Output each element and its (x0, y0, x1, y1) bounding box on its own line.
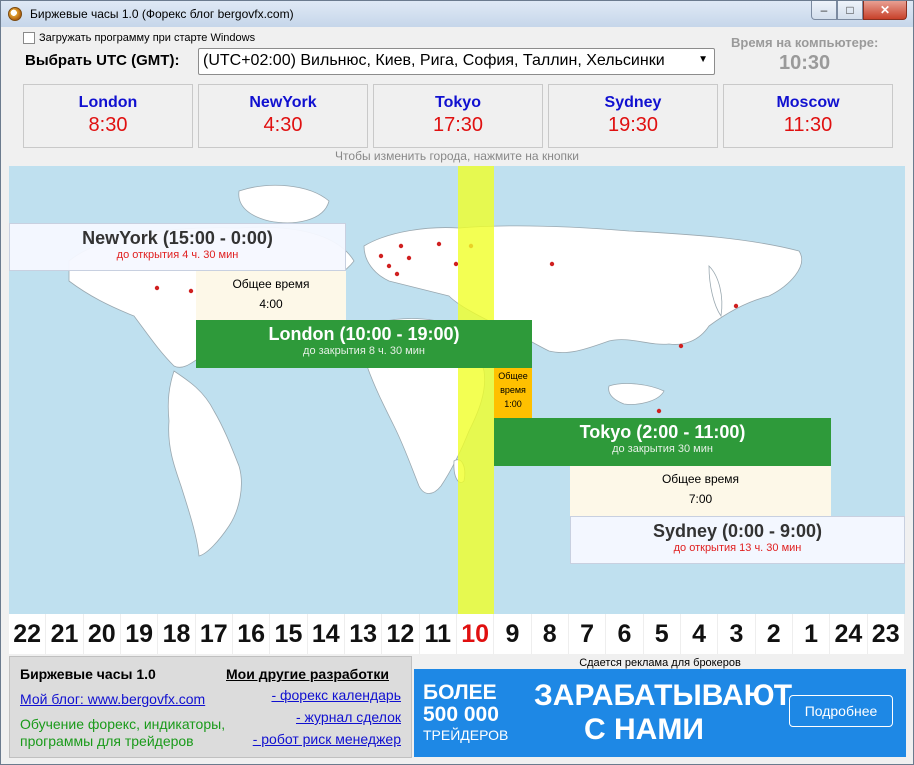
blog-description[interactable]: Обучение форекс, индикаторы, программы д… (20, 716, 245, 750)
overlap-tokyo-sydney: Общее время 7:00 (570, 466, 831, 516)
window-controls: – □ ✕ (811, 1, 907, 20)
ad-more-button[interactable]: Подробнее (789, 695, 893, 727)
overlap-label: Общее время (232, 277, 310, 291)
city-name: Tokyo (435, 94, 481, 111)
ad-area: Сдается реклама для брокеров БОЛЕЕ 500 0… (414, 656, 906, 758)
session-title: London (10:00 - 19:00) (268, 324, 460, 344)
ad-line-1: БОЛЕЕ (423, 681, 497, 704)
session-title: Sydney (0:00 - 9:00) (652, 521, 823, 541)
autostart-option[interactable]: Загружать программу при старте Windows (23, 32, 255, 44)
hour-cell: 1 (793, 614, 831, 654)
session-status: до закрытия 8 ч. 30 мин (303, 345, 425, 357)
pc-time-value: 10:30 (779, 52, 831, 74)
city-button-sydney[interactable]: Sydney 19:30 (548, 84, 718, 148)
window-title: Биржевые часы 1.0 (Форекс блог bergovfx.… (30, 7, 294, 21)
autostart-checkbox[interactable] (23, 32, 35, 44)
dropdown-arrow-icon[interactable]: ▼ (698, 54, 708, 65)
other-projects-title: Мои другие разработки (226, 666, 389, 682)
session-title: NewYork (15:00 - 0:00) (82, 228, 273, 248)
ad-label: Сдается реклама для брокеров (579, 657, 741, 669)
hour-cell: 10 (457, 614, 495, 654)
ad-line-3: ТРЕЙДЕРОВ (423, 727, 509, 743)
hour-cell: 15 (270, 614, 308, 654)
overlap-newyork-london: Общее время 4:00 (196, 271, 346, 321)
city-button-london[interactable]: London 8:30 (23, 84, 193, 148)
session-newyork: NewYork (15:00 - 0:00) до открытия 4 ч. … (9, 223, 346, 271)
pc-time-label: Время на компьютере: (731, 35, 879, 50)
city-button-moscow[interactable]: Moscow 11:30 (723, 84, 893, 148)
app-name: Биржевые часы 1.0 (20, 666, 156, 682)
hour-cell: 13 (345, 614, 383, 654)
hour-cell: 16 (233, 614, 271, 654)
hour-cell: 19 (121, 614, 159, 654)
city-button-tokyo[interactable]: Tokyo 17:30 (373, 84, 543, 148)
hour-cell: 24 (830, 614, 868, 654)
title-bar[interactable]: Биржевые часы 1.0 (Форекс блог bergovfx.… (1, 1, 913, 27)
close-button[interactable]: ✕ (863, 1, 907, 20)
hour-cell: 3 (718, 614, 756, 654)
current-hour-highlight (458, 166, 494, 614)
ad-line-2: 500 000 (423, 703, 499, 726)
session-status: до открытия 13 ч. 30 мин (673, 542, 802, 554)
overlap-value: 7:00 (688, 492, 713, 506)
city-hint: Чтобы изменить города, нажмите на кнопки (335, 149, 579, 163)
ad-headline-2: С НАМИ (584, 713, 704, 746)
city-time: 11:30 (783, 114, 833, 136)
hour-cell: 8 (532, 614, 569, 654)
hour-cell: 12 (382, 614, 420, 654)
hour-cell: 2 (756, 614, 793, 654)
city-time: 8:30 (88, 114, 128, 136)
forex-calendar-link[interactable]: - форекс календарь (271, 687, 401, 703)
trade-journal-link[interactable]: - журнал сделок (296, 709, 401, 725)
session-tokyo: Tokyo (2:00 - 11:00) до закрытия 30 мин (494, 418, 831, 466)
city-name: NewYork (249, 94, 317, 111)
hour-cell: 5 (644, 614, 681, 654)
maximize-button[interactable]: □ (837, 1, 863, 20)
city-time: 17:30 (432, 114, 484, 136)
city-button-newyork[interactable]: NewYork 4:30 (198, 84, 368, 148)
hour-cell: 9 (494, 614, 532, 654)
hour-cell: 22 (9, 614, 47, 654)
session-status: до закрытия 30 мин (612, 443, 713, 455)
info-panel: Биржевые часы 1.0 Мои другие разработки … (9, 656, 412, 758)
overlap-label-1: Общее (498, 371, 528, 381)
session-title: Tokyo (2:00 - 11:00) (579, 422, 746, 442)
city-name: Sydney (604, 94, 662, 111)
risk-manager-link[interactable]: - робот риск менеджер (253, 731, 401, 747)
utc-label: Выбрать UTC (GMT): (25, 52, 180, 69)
overlap-label: Общее время (661, 472, 740, 486)
autostart-label: Загружать программу при старте Windows (39, 32, 256, 44)
hour-scale: 22 21 20 19 18 17 16 15 14 13 12 11 10 9 8 7 6 5 4 3 2 1 24 23 (9, 614, 905, 654)
ad-headline-1: ЗАРАБАТЫВАЮТ (534, 679, 793, 712)
city-name: London (78, 94, 138, 111)
overlap-label-2: время (500, 385, 526, 395)
hour-cell: 6 (606, 614, 644, 654)
blog-link[interactable]: Мой блог: www.bergovfx.com (20, 691, 205, 707)
city-time: 4:30 (263, 114, 303, 136)
overlap-value: 1:00 (504, 399, 522, 409)
city-time: 19:30 (607, 114, 659, 136)
session-status: до открытия 4 ч. 30 мин (116, 249, 239, 261)
utc-select[interactable]: (UTC+02:00) Вильнюс, Киев, Рига, София, … (198, 48, 715, 75)
hour-cell: 4 (681, 614, 719, 654)
session-sydney: Sydney (0:00 - 9:00) до открытия 13 ч. 3… (570, 516, 905, 564)
hour-cell: 18 (158, 614, 196, 654)
minimize-button[interactable]: – (811, 1, 837, 20)
clock-icon (8, 7, 22, 21)
hour-cell: 23 (868, 614, 905, 654)
session-london: London (10:00 - 19:00) до закрытия 8 ч. … (196, 320, 532, 368)
hour-cell: 7 (569, 614, 607, 654)
ad-banner[interactable]: БОЛЕЕ 500 000 ТРЕЙДЕРОВ ЗАРАБАТЫВАЮТ С Н… (414, 669, 906, 757)
hour-cell: 14 (308, 614, 345, 654)
city-name: Moscow (776, 94, 840, 111)
overlap-value: 4:00 (259, 297, 283, 311)
overlap-london-tokyo: Общее время 1:00 (494, 368, 532, 418)
hour-cell: 21 (46, 614, 84, 654)
utc-selected-value: (UTC+02:00) Вильнюс, Киев, Рига, София, … (203, 52, 665, 69)
hour-cell: 11 (420, 614, 457, 654)
hour-cell: 17 (196, 614, 233, 654)
app-window: Биржевые часы 1.0 (Форекс блог bergovfx.… (0, 0, 914, 765)
hour-cell: 20 (84, 614, 121, 654)
